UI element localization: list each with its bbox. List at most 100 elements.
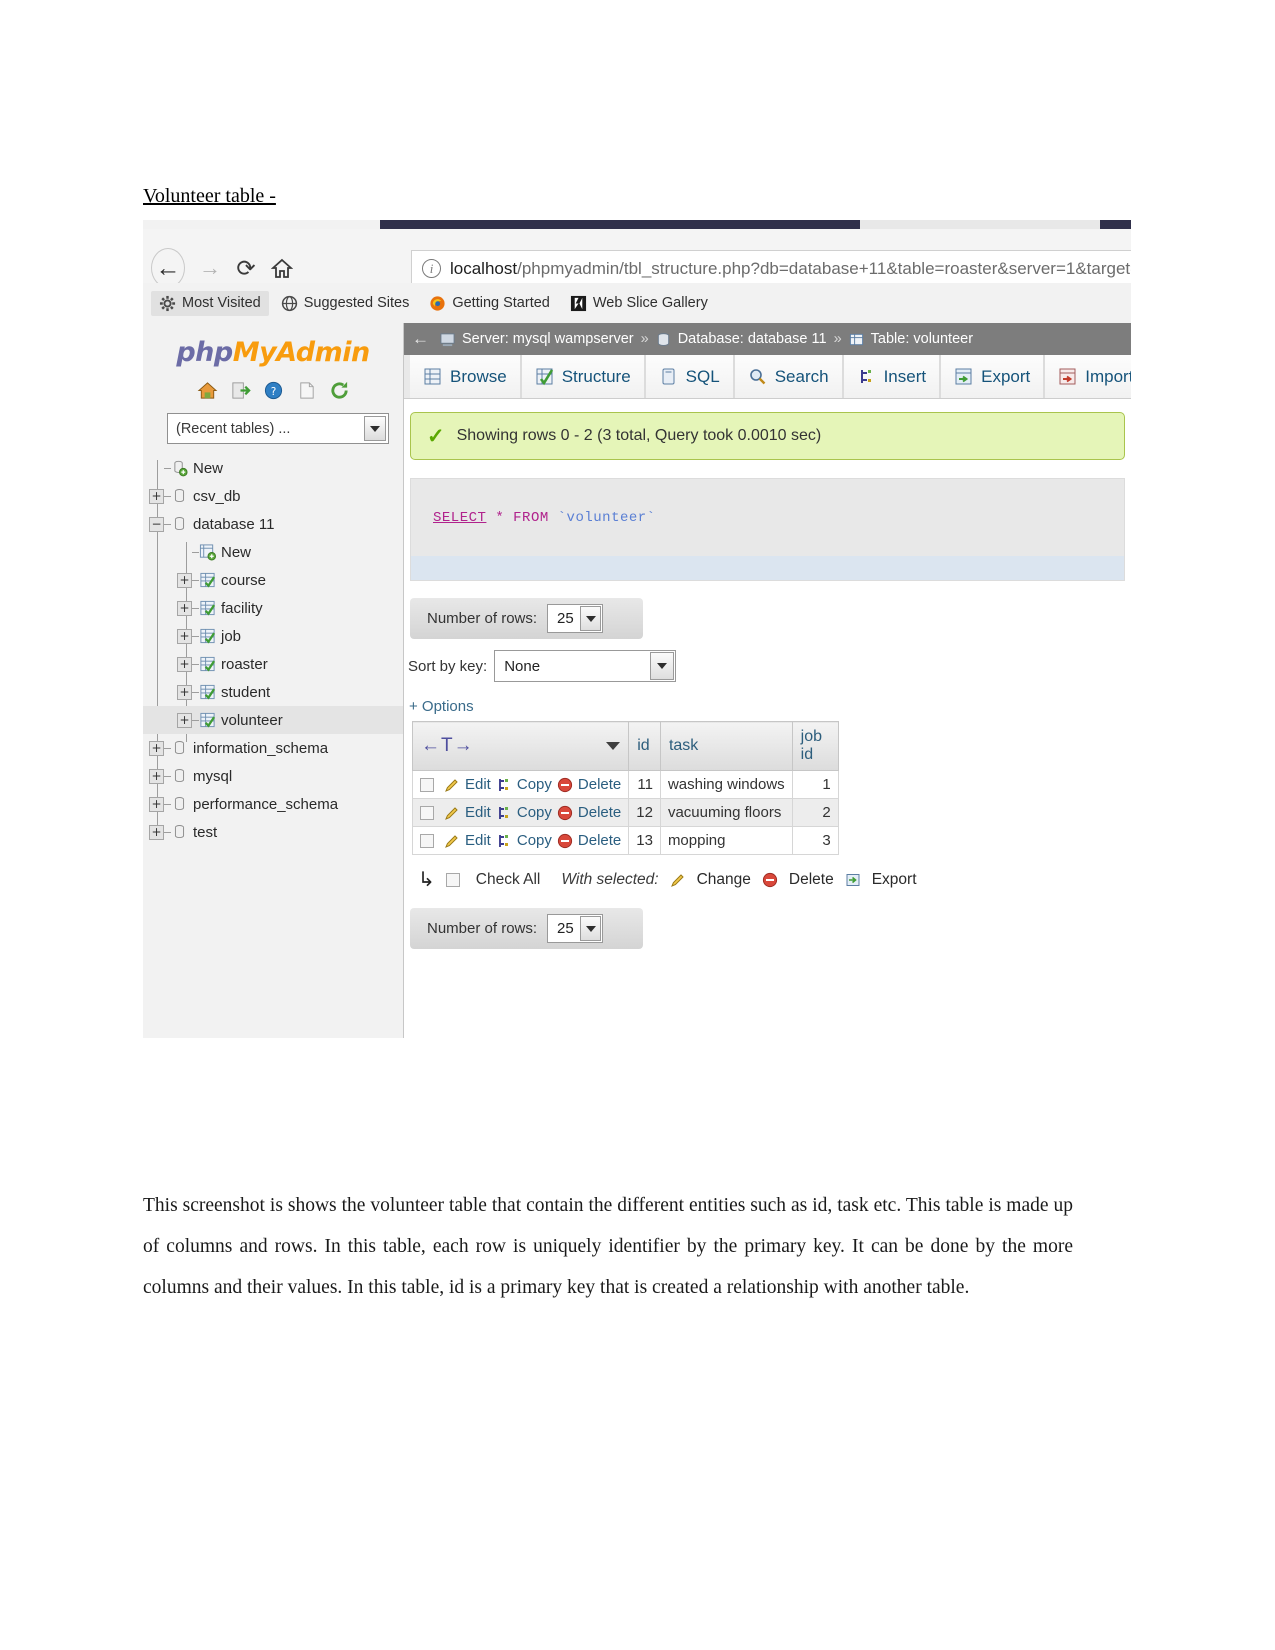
browser-tab-active[interactable] xyxy=(860,220,1100,229)
copy-link[interactable]: Copy xyxy=(517,832,552,849)
tree-item-performance-schema[interactable]: + performance_schema xyxy=(143,790,403,818)
db-icon xyxy=(174,769,185,783)
tree-toggle[interactable]: + xyxy=(177,600,192,616)
home-button[interactable] xyxy=(265,251,299,285)
edit-link[interactable]: Edit xyxy=(465,776,491,793)
tree-toggle[interactable]: + xyxy=(177,572,192,588)
delete-link[interactable]: Delete xyxy=(578,804,621,821)
tree-item-job[interactable]: + job xyxy=(143,622,403,650)
row-checkbox[interactable] xyxy=(420,805,434,820)
row-actions: Edit Copy Delete xyxy=(411,798,630,827)
sort-by-key-control: Sort by key: None xyxy=(408,650,1131,682)
tree-item-database-11[interactable]: − database 11 xyxy=(143,510,403,538)
tree-toggle[interactable]: − xyxy=(149,516,164,532)
tree-item-new[interactable]: New xyxy=(143,538,403,566)
tree-item-mysql[interactable]: + mysql xyxy=(143,762,403,790)
select-all-arrow-icon[interactable]: ↳ xyxy=(418,867,435,892)
sql-query-box[interactable]: SELECT * FROM `volunteer` xyxy=(410,478,1125,581)
tree-item-test[interactable]: + test xyxy=(143,818,403,846)
tree-item-course[interactable]: + course xyxy=(143,566,403,594)
chevron-down-icon[interactable] xyxy=(650,652,675,680)
check-all-checkbox[interactable] xyxy=(445,872,460,887)
reload-icon[interactable] xyxy=(329,380,350,401)
row-actions: Edit Copy Delete xyxy=(411,826,630,855)
copy-link[interactable]: Copy xyxy=(517,804,552,821)
tree-item-new[interactable]: New xyxy=(143,454,403,482)
tree-item-roaster[interactable]: + roaster xyxy=(143,650,403,678)
tab-sql[interactable]: SQL xyxy=(644,355,734,398)
tree-item-facility[interactable]: + facility xyxy=(143,594,403,622)
tab-insert[interactable]: Insert xyxy=(842,355,941,398)
breadcrumb-table[interactable]: Table: volunteer xyxy=(871,331,973,347)
table-row[interactable]: Edit Copy Delete 11 washing windows 1 xyxy=(411,770,839,799)
tree-toggle[interactable]: + xyxy=(177,656,192,672)
bookmark-most-visited[interactable]: Most Visited xyxy=(151,290,269,316)
options-toggle[interactable]: + Options xyxy=(409,698,1131,715)
back-button[interactable]: ← xyxy=(151,248,185,288)
tree-toggle[interactable]: + xyxy=(149,488,164,504)
delete-link[interactable]: Delete xyxy=(578,776,621,793)
column-header-id[interactable]: id xyxy=(628,721,661,771)
bookmark-getting-started[interactable]: Getting Started xyxy=(421,291,558,316)
breadcrumb-server[interactable]: Server: mysql wampserver xyxy=(462,331,634,347)
chevron-down-icon[interactable] xyxy=(606,742,621,750)
table-row[interactable]: Edit Copy Delete 12 vacuuming floors 2 xyxy=(411,798,839,827)
delete-button[interactable]: Delete xyxy=(789,871,834,889)
export-button[interactable]: Export xyxy=(872,871,917,889)
help-icon[interactable]: ? xyxy=(263,380,284,401)
chevron-down-icon[interactable] xyxy=(580,916,602,941)
change-button[interactable]: Change xyxy=(697,871,751,889)
table-new-icon xyxy=(199,544,216,561)
breadcrumb-database[interactable]: Database: database 11 xyxy=(678,331,827,347)
bookmark-web-slice-gallery[interactable]: Web Slice Gallery xyxy=(562,291,716,316)
tab-import[interactable]: Import xyxy=(1044,355,1131,398)
edit-link[interactable]: Edit xyxy=(465,804,491,821)
pma-logo[interactable]: phpMyAdmin xyxy=(143,337,403,368)
tree-toggle[interactable]: + xyxy=(177,712,192,728)
tree-item-information-schema[interactable]: + information_schema xyxy=(143,734,403,762)
row-checkbox[interactable] xyxy=(420,833,434,848)
tree-item-student[interactable]: + student xyxy=(143,678,403,706)
delete-link[interactable]: Delete xyxy=(578,832,621,849)
column-header-task[interactable]: task xyxy=(659,721,793,771)
tree-toggle[interactable]: + xyxy=(149,824,164,840)
bookmark-suggested-sites[interactable]: Suggested Sites xyxy=(273,291,418,316)
sort-by-key-select[interactable]: None xyxy=(494,650,677,682)
column-header-job-id[interactable]: job id xyxy=(791,721,839,771)
recent-tables-select[interactable]: (Recent tables) ... xyxy=(167,413,389,444)
check-all-label[interactable]: Check All xyxy=(476,871,541,889)
tab-label: Browse xyxy=(450,366,507,386)
tree-toggle[interactable]: + xyxy=(149,768,164,784)
site-info-icon[interactable]: i xyxy=(422,259,441,278)
tree-toggle[interactable]: + xyxy=(177,628,192,644)
forward-button[interactable]: → xyxy=(193,251,227,285)
tab-export[interactable]: Export xyxy=(940,355,1045,398)
number-of-rows-select[interactable]: 25 xyxy=(547,604,604,633)
address-bar[interactable]: i localhost/phpmyadmin/tbl_structure.php… xyxy=(411,250,1131,287)
transpose-icon[interactable]: ←T→ xyxy=(421,735,474,757)
edit-link[interactable]: Edit xyxy=(465,832,491,849)
tab-browse[interactable]: Browse xyxy=(410,355,521,398)
tree-item-csv-db[interactable]: + csv_db xyxy=(143,482,403,510)
tree-toggle[interactable]: + xyxy=(149,740,164,756)
db-new-icon xyxy=(174,460,188,477)
tree-item-volunteer[interactable]: + volunteer xyxy=(143,706,403,734)
results-sort-arrows-header[interactable]: ←T→ xyxy=(411,721,630,771)
number-of-rows-select[interactable]: 25 xyxy=(547,914,604,943)
reload-button[interactable]: ⟳ xyxy=(229,251,263,285)
forward-arrow-icon: → xyxy=(199,255,221,280)
tab-structure[interactable]: Structure xyxy=(520,355,645,398)
chevron-down-icon[interactable] xyxy=(580,606,602,631)
table-row[interactable]: Edit Copy Delete 13 mopping 3 xyxy=(411,826,839,855)
chevron-down-icon[interactable] xyxy=(364,416,386,441)
breadcrumb-back-icon[interactable]: ← xyxy=(412,329,429,349)
webslice-icon xyxy=(570,295,586,311)
docs-icon[interactable] xyxy=(296,380,317,401)
row-checkbox[interactable] xyxy=(420,777,434,792)
home-icon[interactable] xyxy=(197,380,218,401)
copy-link[interactable]: Copy xyxy=(517,776,552,793)
logout-icon[interactable] xyxy=(230,380,251,401)
tab-search[interactable]: Search xyxy=(733,355,843,398)
tree-toggle[interactable]: + xyxy=(149,796,164,812)
tree-toggle[interactable]: + xyxy=(177,684,192,700)
